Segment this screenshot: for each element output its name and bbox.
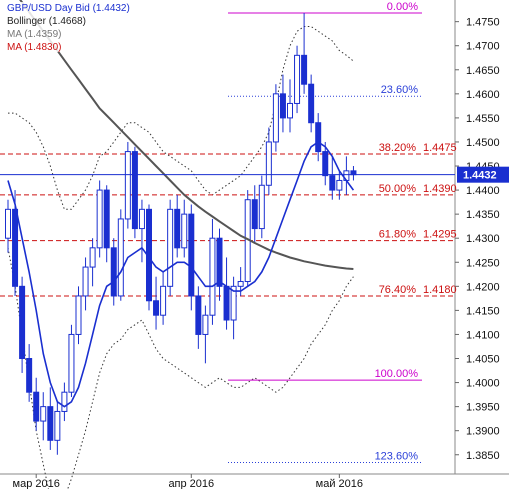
- x-tick-label-0: мар 2016: [13, 478, 60, 489]
- fib-price-4: 1.4295: [423, 229, 457, 241]
- fib-label-4: 61.80%: [379, 229, 417, 241]
- fib-label-0: 0.00%: [387, 1, 418, 13]
- candle-body-38: [272, 93, 279, 143]
- candle-body-49: [350, 170, 357, 176]
- y-tick-label-9: 1.4300: [466, 233, 500, 245]
- candle-body-30: [216, 237, 223, 287]
- y-tick-label-14: 1.4050: [466, 354, 500, 366]
- candle-body-13: [96, 189, 103, 249]
- fib-label-5: 76.40%: [379, 284, 417, 296]
- candle-body-5: [40, 406, 47, 422]
- candle-body-45: [322, 151, 329, 177]
- candle-body-42: [301, 54, 308, 85]
- y-tick-label-0: 1.4750: [466, 17, 500, 29]
- candle-body-43: [308, 83, 315, 124]
- candle-body-25: [181, 213, 188, 249]
- y-tick-label-8: 1.4350: [466, 209, 500, 221]
- y-tick-label-18: 1.3850: [466, 450, 500, 462]
- candle-body-14: [103, 189, 110, 249]
- forex-chart: 0.00% 23.60% 38.20% 1.4475 50.00% 1.4390 61.80…: [0, 0, 509, 489]
- candle-body-8: [61, 391, 68, 412]
- x-tick-label-2: май 2016: [316, 478, 363, 489]
- candle-body-12: [89, 247, 96, 268]
- candle-body-21: [153, 300, 160, 316]
- y-tick-label-15: 1.4000: [466, 378, 500, 390]
- legend-item-bollinger: Bollinger (1.4668): [7, 16, 86, 27]
- fib-label-7: 123.60%: [375, 450, 419, 462]
- candle-body-1: [12, 208, 19, 287]
- fib-label-1: 23.60%: [381, 84, 419, 96]
- candle-body-2: [19, 285, 26, 360]
- candle-body-29: [209, 237, 216, 316]
- fib-price-5: 1.4180: [423, 284, 457, 296]
- candle-body-7: [54, 410, 61, 441]
- y-tick-label-7: 1.4400: [466, 185, 500, 197]
- candle-body-19: [138, 208, 145, 230]
- candle-body-16: [117, 218, 124, 297]
- candle-body-46: [329, 175, 336, 191]
- candle-body-44: [315, 122, 322, 153]
- candle-body-9: [68, 333, 75, 393]
- legend: GBP/USD Day Bid (1.4432) Bollinger (1.46…: [4, 2, 130, 53]
- candle-body-37: [265, 141, 272, 186]
- y-tick-label-1: 1.4700: [466, 41, 500, 53]
- candle-body-26: [188, 213, 195, 297]
- candle-body-17: [124, 151, 131, 220]
- y-tick-label-2: 1.4650: [466, 65, 500, 77]
- candle-body-4: [33, 391, 40, 422]
- fib-label-2: 38.20%: [379, 142, 417, 154]
- x-tick-label-1: апр 2016: [168, 478, 214, 489]
- last-price-label: 1.4432: [463, 170, 497, 182]
- candle-body-24: [174, 208, 181, 249]
- candle-body-39: [279, 93, 286, 119]
- y-tick-label-5: 1.4500: [466, 137, 500, 149]
- candle-body-27: [195, 295, 202, 335]
- candle-body-41: [294, 54, 301, 104]
- candle-body-33: [237, 281, 244, 287]
- candle-body-35: [251, 199, 258, 230]
- fib-price-2: 1.4475: [423, 142, 457, 154]
- candle-body-11: [82, 266, 89, 297]
- candle-body-0: [5, 208, 11, 239]
- candle-body-6: [47, 406, 54, 441]
- y-tick-label-17: 1.3900: [466, 426, 500, 438]
- y-tick-label-13: 1.4100: [466, 329, 500, 341]
- y-tick-label-3: 1.4600: [466, 89, 500, 101]
- candle-body-47: [336, 179, 343, 191]
- candle-body-22: [160, 285, 167, 316]
- candle-body-3: [26, 358, 33, 393]
- candle-body-28: [202, 314, 209, 335]
- fib-label-6: 100.00%: [375, 368, 419, 380]
- y-tick-label-10: 1.4250: [466, 257, 500, 269]
- y-tick-label-4: 1.4550: [466, 113, 500, 125]
- candle-body-18: [131, 151, 138, 230]
- y-tick-label-11: 1.4200: [466, 281, 500, 293]
- legend-item-ma-slow: MA (1.4830): [7, 42, 61, 53]
- y-tick-label-16: 1.3950: [466, 402, 500, 414]
- chart-background: [0, 0, 509, 489]
- legend-item-price: GBP/USD Day Bid (1.4432): [7, 3, 130, 14]
- candle-body-10: [75, 295, 82, 335]
- candle-body-23: [167, 208, 174, 287]
- fib-price-3: 1.4390: [423, 183, 457, 195]
- fib-label-3: 50.00%: [379, 183, 417, 195]
- legend-item-ma-fast: MA (1.4359): [7, 29, 61, 40]
- candle-body-36: [258, 184, 265, 230]
- candle-body-31: [223, 285, 230, 321]
- y-tick-label-12: 1.4150: [466, 305, 500, 317]
- candle-body-40: [287, 102, 293, 119]
- candle-body-15: [110, 247, 117, 297]
